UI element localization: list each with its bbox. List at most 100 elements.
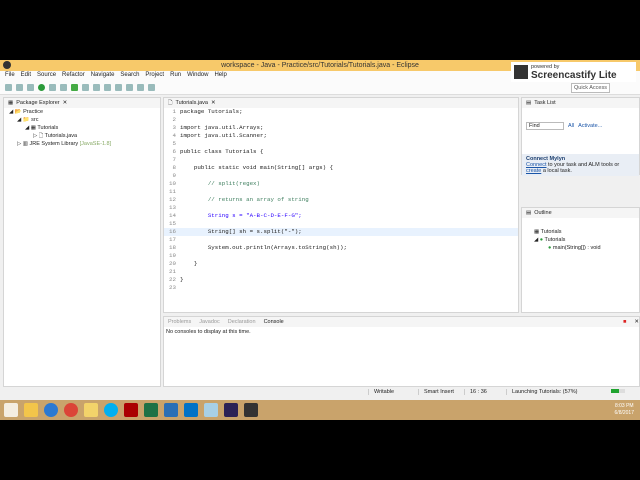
code-line[interactable]: 17 <box>164 236 518 244</box>
code-line[interactable]: 14 String s = "A-B-C-D-E-F-G"; <box>164 212 518 220</box>
outline-item-package[interactable]: ▦ Tutorials <box>534 228 639 236</box>
outline-tab[interactable]: Outline <box>534 210 551 216</box>
code-line[interactable]: 1 package Tutorials; <box>164 108 518 116</box>
tab-problems[interactable]: Problems <box>168 319 191 325</box>
tree-item-package[interactable]: ◢ ▦ Tutorials <box>9 124 160 132</box>
save-icon[interactable] <box>16 83 23 91</box>
clock[interactable]: 8:03 PM 6/8/2017 <box>615 403 634 417</box>
find-input[interactable]: Find <box>526 122 564 130</box>
notepad-icon[interactable] <box>204 403 218 417</box>
tab-javadoc[interactable]: Javadoc <box>199 319 220 325</box>
excel-icon[interactable] <box>144 403 158 417</box>
terminate-icon[interactable]: ■ <box>623 319 626 325</box>
code-line[interactable]: 8 public static void main(String[] args)… <box>164 164 518 172</box>
menu-search[interactable]: Search <box>120 71 139 80</box>
line-number: 21 <box>169 268 176 275</box>
code-line[interactable]: 11 <box>164 188 518 196</box>
tree-item-jre[interactable]: ▷ ▥ JRE System Library [JavaSE-1.8] <box>9 140 160 148</box>
open-type-icon[interactable] <box>82 83 89 91</box>
code-line[interactable]: 12 // returns an array of string <box>164 196 518 204</box>
file-explorer-icon[interactable] <box>24 403 38 417</box>
code-line[interactable]: 4 import java.util.Scanner; <box>164 132 518 140</box>
menu-file[interactable]: File <box>5 71 15 80</box>
coverage-icon[interactable] <box>49 83 56 91</box>
line-number: 15 <box>169 220 176 227</box>
console-message: No consoles to display at this time. <box>166 329 251 335</box>
new-package-icon[interactable] <box>60 83 67 91</box>
new-icon[interactable] <box>5 83 12 91</box>
mark-occurrences-icon[interactable] <box>115 83 122 91</box>
menu-project[interactable]: Project <box>145 71 164 80</box>
remote-desktop-icon[interactable] <box>164 403 178 417</box>
menu-source[interactable]: Source <box>37 71 56 80</box>
line-number: 3 <box>172 124 176 131</box>
menu-window[interactable]: Window <box>187 71 208 80</box>
line-number: 16 <box>169 228 176 235</box>
quick-access-input[interactable]: Quick Access <box>570 83 610 93</box>
code-line[interactable]: 6 public class Tutorials { <box>164 148 518 156</box>
code-line[interactable]: 3 import java.util.Arrays; <box>164 124 518 132</box>
tree-item-file[interactable]: ▷ 🗋 Tutorials.java <box>9 132 160 140</box>
menu-refactor[interactable]: Refactor <box>62 71 85 80</box>
editor: 🗋 Tutorials.java ✕ 1 package Tutorials; 2 3 im… <box>163 97 519 313</box>
outlook-icon[interactable] <box>184 403 198 417</box>
code-line[interactable]: 7 <box>164 156 518 164</box>
status-cursor-position: 16 : 36 <box>464 389 506 395</box>
run-icon[interactable] <box>38 83 45 91</box>
next-annotation-icon[interactable] <box>126 83 133 91</box>
outline-item-class[interactable]: ◢ ● Tutorials <box>534 236 639 244</box>
tab-declaration[interactable]: Declaration <box>228 319 256 325</box>
outline-item-method[interactable]: ● main(String[]) : void <box>534 244 639 252</box>
code-text: } <box>180 260 198 267</box>
ie-icon[interactable] <box>44 403 58 417</box>
skype-icon[interactable] <box>104 403 118 417</box>
start-icon[interactable] <box>4 403 18 417</box>
forward-icon[interactable] <box>148 83 155 91</box>
code-line[interactable]: 20 } <box>164 260 518 268</box>
back-icon[interactable] <box>137 83 144 91</box>
editor-tab[interactable]: Tutorials.java <box>175 100 208 106</box>
line-number: 9 <box>172 172 176 179</box>
line-number: 14 <box>169 212 176 219</box>
video-icon[interactable] <box>244 403 258 417</box>
annotation-icon[interactable] <box>104 83 111 91</box>
tree-item-project[interactable]: ◢ 📂 Practice <box>9 108 160 116</box>
package-icon: ▦ <box>8 100 14 106</box>
menu-edit[interactable]: Edit <box>21 71 31 80</box>
all-link[interactable]: All <box>568 123 574 129</box>
chrome-icon[interactable] <box>64 403 78 417</box>
eclipse-taskbar-icon[interactable] <box>224 403 238 417</box>
menu-navigate[interactable]: Navigate <box>91 71 115 80</box>
close-icon[interactable]: ✕ <box>211 100 216 106</box>
code-line[interactable]: 23 <box>164 284 518 292</box>
tab-console[interactable]: Console <box>264 319 284 325</box>
code-line[interactable]: 13 <box>164 204 518 212</box>
code-line[interactable]: 21 <box>164 268 518 276</box>
code-line[interactable]: 18 System.out.println(Arrays.toString(sh… <box>164 244 518 252</box>
activate-link[interactable]: Activate... <box>578 123 602 129</box>
close-icon[interactable]: ✕ <box>63 100 68 106</box>
debug-icon[interactable] <box>27 83 34 91</box>
code-line[interactable]: 19 <box>164 252 518 260</box>
new-class-icon[interactable] <box>71 83 78 91</box>
code-line[interactable]: 22} <box>164 276 518 284</box>
line-number: 19 <box>169 252 176 259</box>
code-line[interactable]: 15 <box>164 220 518 228</box>
acrobat-icon[interactable] <box>124 403 138 417</box>
code-line[interactable]: 10 // split(regex) <box>164 180 518 188</box>
create-link[interactable]: create <box>526 168 541 174</box>
remove-launch-icon[interactable]: ✕ <box>634 319 639 325</box>
menu-run[interactable]: Run <box>170 71 181 80</box>
code-area[interactable]: 1 package Tutorials; 2 3 import java.util.Ar… <box>164 108 518 292</box>
code-line[interactable]: 16 String[] sh = s.split("-"); <box>164 228 518 236</box>
code-line[interactable]: 5 <box>164 140 518 148</box>
search-icon[interactable] <box>93 83 100 91</box>
line-number: 1 <box>172 108 176 115</box>
menu-help[interactable]: Help <box>214 71 226 80</box>
code-line[interactable]: 2 <box>164 116 518 124</box>
folder-icon[interactable] <box>84 403 98 417</box>
package-explorer-tab[interactable]: Package Explorer <box>16 100 59 106</box>
tree-item-src[interactable]: ◢ 📁 src <box>9 116 160 124</box>
task-list-tab[interactable]: Task List <box>534 100 555 106</box>
code-line[interactable]: 9 <box>164 172 518 180</box>
